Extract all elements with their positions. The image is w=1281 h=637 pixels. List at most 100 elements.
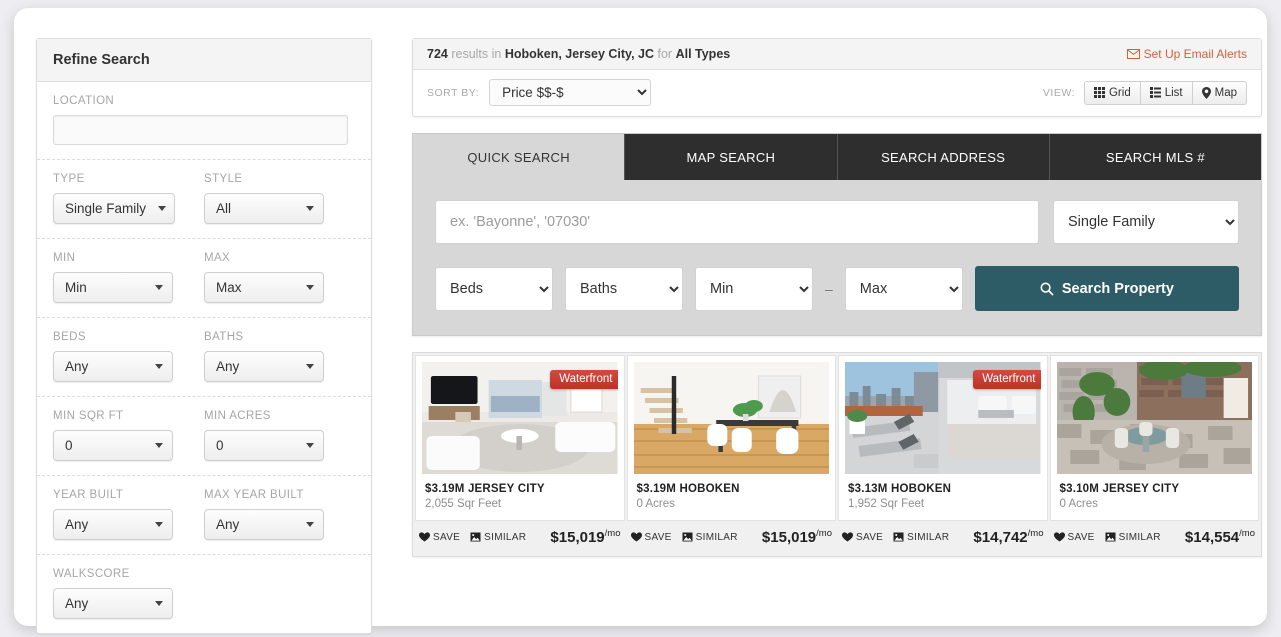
save-property-button[interactable]: SAVE — [842, 532, 883, 543]
price-amount: $15,019 — [550, 529, 605, 546]
similar-properties-button[interactable]: SIMILAR — [893, 532, 949, 543]
view-grid-button[interactable]: Grid — [1083, 80, 1141, 105]
min-acres-value: 0 — [216, 438, 224, 453]
property-card[interactable]: $3.19M HOBOKEN 0 Acres SAVE SIMILAR $15,… — [626, 355, 837, 554]
quick-search-beds-select[interactable]: Beds — [435, 266, 553, 311]
min-sqft-value: 0 — [65, 438, 73, 453]
location-input[interactable] — [53, 115, 348, 145]
sort-by-select[interactable]: Price $$-$ — [489, 79, 652, 106]
quick-search-max-price-select[interactable]: Max — [844, 266, 963, 311]
min-acres-dropdown[interactable]: 0 — [204, 430, 324, 461]
property-thumbnail[interactable] — [1056, 362, 1252, 474]
property-subtitle: 0 Acres — [636, 498, 675, 510]
property-thumbnail[interactable] — [633, 362, 829, 474]
quick-search-location-input[interactable] — [435, 200, 1039, 244]
year-built-dropdown[interactable]: Any — [53, 509, 173, 540]
tab-search-address[interactable]: SEARCH ADDRESS — [837, 134, 1050, 180]
filter-row-walkscore: WALKSCORE Any — [37, 555, 371, 633]
results-bar: 724 results in Hoboken, Jersey City, JC … — [412, 38, 1262, 117]
search-property-button[interactable]: Search Property — [974, 266, 1239, 311]
filter-label-beds: BEDS — [53, 331, 86, 343]
filter-label-min-acres: MIN ACRES — [204, 410, 271, 422]
results-summary: 724 results in Hoboken, Jersey City, JC … — [427, 47, 730, 61]
results-location: Hoboken, Jersey City, JC — [504, 47, 655, 61]
property-card[interactable]: $3.10M JERSEY CITY 0 Acres SAVE SIMILAR — [1049, 355, 1259, 554]
heart-icon — [1053, 532, 1065, 542]
quick-search-min-price-select[interactable]: Min — [695, 266, 813, 311]
main-content: 724 results in Hoboken, Jersey City, JC … — [412, 38, 1262, 557]
heart-icon — [842, 532, 853, 542]
image-icon — [893, 532, 904, 542]
save-property-button[interactable]: SAVE — [1053, 532, 1095, 543]
tab-quick-search[interactable]: QUICK SEARCH — [413, 134, 626, 180]
app-window: Refine Search LOCATION TYPE Single Famil… — [14, 8, 1267, 634]
property-monthly-price: $14,742/mo — [973, 528, 1043, 546]
tab-search-mls-label: SEARCH MLS # — [1105, 149, 1205, 165]
image-icon — [470, 532, 481, 542]
walkscore-dropdown[interactable]: Any — [53, 588, 173, 619]
property-title: $3.19M JERSEY CITY — [425, 483, 545, 495]
beds-value: Any — [65, 359, 89, 374]
min-price-dropdown[interactable]: Min — [53, 272, 173, 303]
similar-label: SIMILAR — [1118, 531, 1161, 543]
for-word: for — [657, 47, 673, 61]
dining-room-photo — [633, 362, 829, 474]
style-dropdown-value: All — [216, 201, 232, 216]
property-card[interactable]: Waterfront $3.19M JERSEY CITY 2,055 Sqr … — [415, 355, 625, 554]
chevron-down-icon — [155, 285, 163, 290]
quick-search-panel: QUICK SEARCH MAP SEARCH SEARCH ADDRESS S… — [412, 133, 1262, 336]
property-monthly-price: $15,019/mo — [762, 528, 832, 546]
filter-label-max-year-built: MAX YEAR BUILT — [204, 489, 304, 501]
filter-label-baths: BATHS — [204, 331, 244, 343]
sort-by-label: SORT BY: — [427, 86, 480, 99]
waterfront-badge: Waterfront — [973, 370, 1041, 389]
max-year-built-dropdown[interactable]: Any — [204, 509, 324, 540]
magnifier-icon — [1040, 281, 1054, 296]
property-card-footer: SAVE SIMILAR $15,019/mo — [627, 521, 837, 554]
search-tabs: QUICK SEARCH MAP SEARCH SEARCH ADDRESS S… — [413, 134, 1261, 180]
property-subtitle: 1,952 Sqr Feet — [848, 498, 925, 510]
min-sqft-dropdown[interactable]: 0 — [53, 430, 173, 461]
similar-properties-button[interactable]: SIMILAR — [1105, 532, 1161, 543]
view-list-button[interactable]: List — [1140, 80, 1193, 105]
view-map-button[interactable]: Map — [1192, 80, 1247, 105]
tab-search-address-label: SEARCH ADDRESS — [881, 149, 1006, 165]
tab-map-search[interactable]: MAP SEARCH — [625, 134, 838, 180]
save-property-button[interactable]: SAVE — [419, 532, 460, 543]
price-amount: $14,742 — [973, 529, 1028, 546]
results-types: All Types — [675, 47, 731, 61]
grid-icon — [1093, 87, 1105, 98]
price-amount: $14,554 — [1184, 529, 1240, 546]
property-thumbnail[interactable]: Waterfront — [845, 362, 1041, 474]
property-thumbnail[interactable]: Waterfront — [422, 362, 618, 474]
similar-label: SIMILAR — [695, 531, 738, 543]
quick-search-type-select[interactable]: Single Family — [1053, 200, 1239, 244]
max-price-dropdown[interactable]: Max — [204, 272, 324, 303]
search-property-label: Search Property — [1061, 280, 1174, 297]
filter-row-beds-baths: BEDS Any BATHS Any — [37, 318, 371, 397]
price-amount: $15,019 — [761, 529, 817, 546]
price-period: /mo — [816, 528, 832, 539]
similar-properties-button[interactable]: SIMILAR — [682, 532, 738, 543]
results-controls-row: SORT BY: Price $$-$ VIEW: Grid List Map — [413, 70, 1261, 116]
price-period: /mo — [1027, 528, 1044, 539]
set-up-email-alerts-link[interactable]: Set Up Email Alerts — [1126, 47, 1247, 61]
baths-dropdown[interactable]: Any — [204, 351, 324, 382]
quick-search-baths-select[interactable]: Baths — [565, 266, 683, 311]
filter-row-type-style: TYPE Single Family STYLE All — [37, 160, 371, 239]
type-dropdown[interactable]: Single Family — [53, 193, 176, 224]
filter-row-location: LOCATION — [37, 82, 371, 160]
similar-properties-button[interactable]: SIMILAR — [470, 532, 526, 543]
similar-label: SIMILAR — [484, 531, 527, 543]
tab-search-mls[interactable]: SEARCH MLS # — [1049, 134, 1261, 180]
filter-row-sqft-acres: MIN SQR FT 0 MIN ACRES 0 — [37, 397, 371, 476]
email-alerts-label: Set Up Email Alerts — [1143, 47, 1247, 61]
year-built-value: Any — [65, 517, 89, 532]
courtyard-patio-photo — [1056, 362, 1252, 474]
beds-dropdown[interactable]: Any — [53, 351, 173, 382]
style-dropdown[interactable]: All — [204, 193, 324, 224]
save-property-button[interactable]: SAVE — [630, 532, 672, 543]
property-card[interactable]: Waterfront $3.13M HOBOKEN 1,952 Sqr Feet… — [838, 355, 1048, 554]
filter-label-min-price: MIN — [53, 252, 76, 264]
filter-label-location: LOCATION — [53, 95, 115, 107]
